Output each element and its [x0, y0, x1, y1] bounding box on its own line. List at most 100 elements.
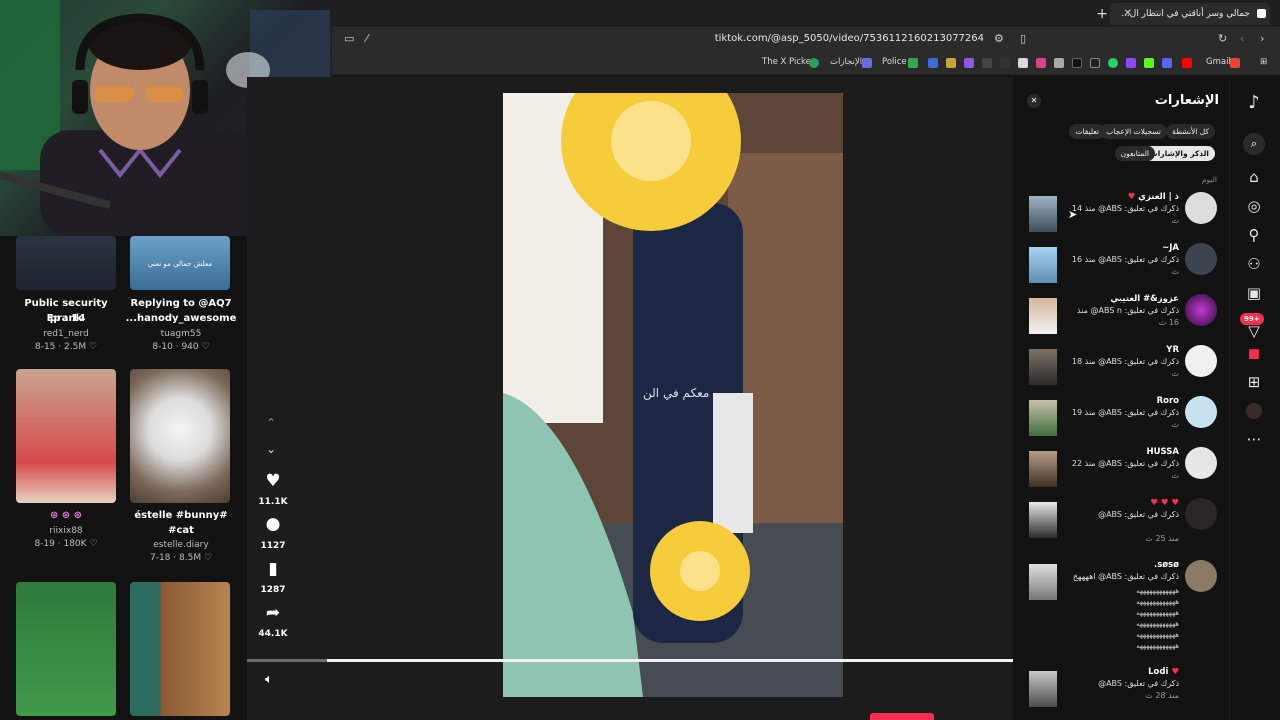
filter-all-activity[interactable]: كل الأنشطة [1166, 124, 1215, 139]
x-icon[interactable] [1090, 58, 1100, 68]
video-title[interactable]: ...hanody_awesome [124, 311, 238, 326]
video-title[interactable]: #cat [124, 523, 238, 538]
notification-user[interactable]: YR [1166, 345, 1179, 355]
video-title[interactable]: éstelle #bunny# [124, 508, 238, 523]
tiktok-icon[interactable] [1072, 58, 1082, 68]
bookmark-police[interactable]: Police [882, 57, 907, 67]
avatar[interactable] [1185, 345, 1217, 377]
live-icon[interactable]: ▣ [1242, 283, 1266, 303]
youtube-icon[interactable] [1182, 58, 1192, 68]
notification-user[interactable]: JA~ [1162, 243, 1179, 253]
notification-user[interactable]: ♥ Lodi [1148, 667, 1179, 677]
notification-user[interactable]: عزوز&# العتيبي [1110, 294, 1179, 304]
post-thumbnail[interactable] [1029, 502, 1057, 538]
post-thumbnail[interactable] [1029, 564, 1057, 600]
kick-icon[interactable] [1144, 58, 1154, 68]
previous-video-icon[interactable]: ⌃ [266, 416, 276, 430]
notification-user[interactable]: HUSSA [1147, 447, 1179, 457]
tiktok-logo-icon[interactable]: ♪ [1242, 93, 1266, 113]
explore-icon[interactable]: ◎ [1242, 196, 1266, 216]
avatar[interactable] [1185, 396, 1217, 428]
video-author[interactable]: estelle.diary [124, 540, 238, 550]
post-thumbnail[interactable] [1029, 196, 1057, 232]
notification-item[interactable]: JA~ ذكرك في تعليق: ABS@ منذ 16 ث [1013, 243, 1229, 293]
save-icon[interactable]: ▮ [262, 559, 284, 579]
notification-item[interactable]: ذ | العنزي ♥ ذكرك في تعليق: ABS@ منذ 14 … [1013, 192, 1229, 242]
bookmark-x-picker[interactable]: The X Picker [762, 57, 814, 67]
back-icon[interactable]: ‹ [1240, 32, 1244, 45]
notification-user[interactable]: søsø. [1154, 560, 1179, 570]
post-thumbnail[interactable] [1029, 400, 1057, 436]
filter-followers[interactable]: المتابعون [1114, 146, 1155, 161]
video-title[interactable]: Replying to @AQ7 [124, 296, 238, 311]
bookmark-icon-7[interactable] [1054, 58, 1064, 68]
following-icon[interactable]: ⚲ [1242, 225, 1266, 245]
notification-item[interactable]: ♥ ♥ ♥ ذكرك في تعليق: ABS@ منذ 25 ث [1013, 498, 1229, 558]
search-icon[interactable]: ⌕ [1243, 133, 1265, 155]
avatar[interactable] [1185, 498, 1217, 530]
post-thumbnail[interactable] [1029, 671, 1057, 707]
more-icon[interactable]: ⋯ [1242, 429, 1266, 449]
post-thumbnail[interactable] [1029, 349, 1057, 385]
notification-item[interactable]: ♥ Lodi ذكرك في تعليق: ABS@ منذ 28 ث [1013, 667, 1229, 717]
site-settings-icon[interactable]: ⚙ [994, 32, 1004, 45]
notification-item[interactable]: HUSSA ذكرك في تعليق: ABS@ منذ 22 ث [1013, 447, 1229, 497]
notification-item[interactable]: عزوز&# العتيبي ذكرك في تعليق: ABS n@ منذ… [1013, 294, 1229, 344]
avatar[interactable] [1185, 447, 1217, 479]
next-video-icon[interactable]: ⌄ [266, 442, 276, 456]
video-thumbnail[interactable] [130, 369, 230, 503]
bookmark-gmail[interactable]: Gmail [1206, 57, 1231, 67]
instagram-icon[interactable] [1036, 58, 1046, 68]
like-icon[interactable]: ♥ [262, 471, 284, 491]
whatsapp-icon[interactable] [1108, 58, 1118, 68]
reload-icon[interactable]: ↻ [1218, 32, 1227, 45]
post-thumbnail[interactable] [1029, 451, 1057, 487]
filter-likes[interactable]: تسجيلات الإعجاب [1100, 124, 1167, 139]
video-author[interactable]: riixix88 [9, 526, 123, 536]
filter-comments[interactable]: تعليقات [1069, 124, 1105, 139]
discord-icon[interactable] [1162, 58, 1172, 68]
friends-icon[interactable]: ⚇ [1242, 254, 1266, 274]
home-icon[interactable]: ⌂ [1242, 167, 1266, 187]
post-thumbnail[interactable] [1029, 298, 1057, 334]
bookmark-achievements[interactable]: الإنجازات [830, 57, 862, 67]
notification-user[interactable]: ذ | العنزي ♥ [1128, 192, 1179, 202]
notification-user[interactable]: ♥ ♥ ♥ [1150, 498, 1179, 508]
bookmark-icon-4[interactable] [982, 58, 992, 68]
avatar[interactable] [1185, 560, 1217, 592]
video-title[interactable]: Ep : 14 [9, 311, 123, 326]
comment-icon[interactable]: ● [262, 514, 284, 534]
forward-icon[interactable]: › [1260, 32, 1264, 45]
video-thumbnail[interactable] [16, 582, 116, 716]
messages-icon[interactable]: ◼ [1242, 343, 1266, 363]
notification-user[interactable]: Roro [1157, 396, 1179, 406]
video-thumbnail[interactable] [130, 582, 230, 716]
close-icon[interactable]: ✕ [1027, 94, 1041, 108]
avatar[interactable] [1185, 294, 1217, 326]
new-tab-button[interactable]: + [1096, 3, 1108, 25]
url-field[interactable]: tiktok.com/@asp_5050/video/7536112160213… [332, 33, 984, 44]
upload-icon[interactable]: ⊞ [1242, 372, 1266, 392]
apps-grid-icon[interactable]: ⊞ [1260, 57, 1267, 67]
emoji-title[interactable]: ⊛ ⊛ ⊛ [9, 508, 123, 523]
bookmark-icon-5[interactable] [1000, 58, 1010, 68]
video-thumbnail[interactable] [16, 369, 116, 503]
bookmark-icon-3[interactable] [964, 58, 974, 68]
browser-tab[interactable]: جمالي وسر أناقتي في انتظار ال... [1110, 3, 1270, 25]
twitch-icon[interactable] [1126, 58, 1136, 68]
notification-item[interactable]: Roro ذكرك في تعليق: ABS@ منذ 19 ث [1013, 396, 1229, 446]
notification-item[interactable]: YR ذكرك في تعليق: ABS@ منذ 18 ث [1013, 345, 1229, 395]
bookmark-icon-6[interactable] [1018, 58, 1028, 68]
video-frame[interactable]: معكم في الن [503, 93, 843, 697]
bookmark-icon[interactable]: ▯ [1020, 32, 1026, 45]
volume-icon[interactable]: 🔈︎ [265, 672, 273, 687]
video-thumbnail[interactable] [16, 236, 116, 290]
activity-icon[interactable]: ▽ [1242, 321, 1266, 341]
close-tab-icon[interactable]: ✕ [1124, 3, 1132, 25]
video-author[interactable]: tuagm55 [124, 329, 238, 339]
video-author[interactable]: red1_nerd [9, 329, 123, 339]
bookmark-icon-1[interactable] [928, 58, 938, 68]
share-icon[interactable]: ➦ [262, 603, 284, 623]
video-thumbnail[interactable]: معلش جمالي مو تعني [130, 236, 230, 290]
post-thumbnail[interactable] [1029, 247, 1057, 283]
